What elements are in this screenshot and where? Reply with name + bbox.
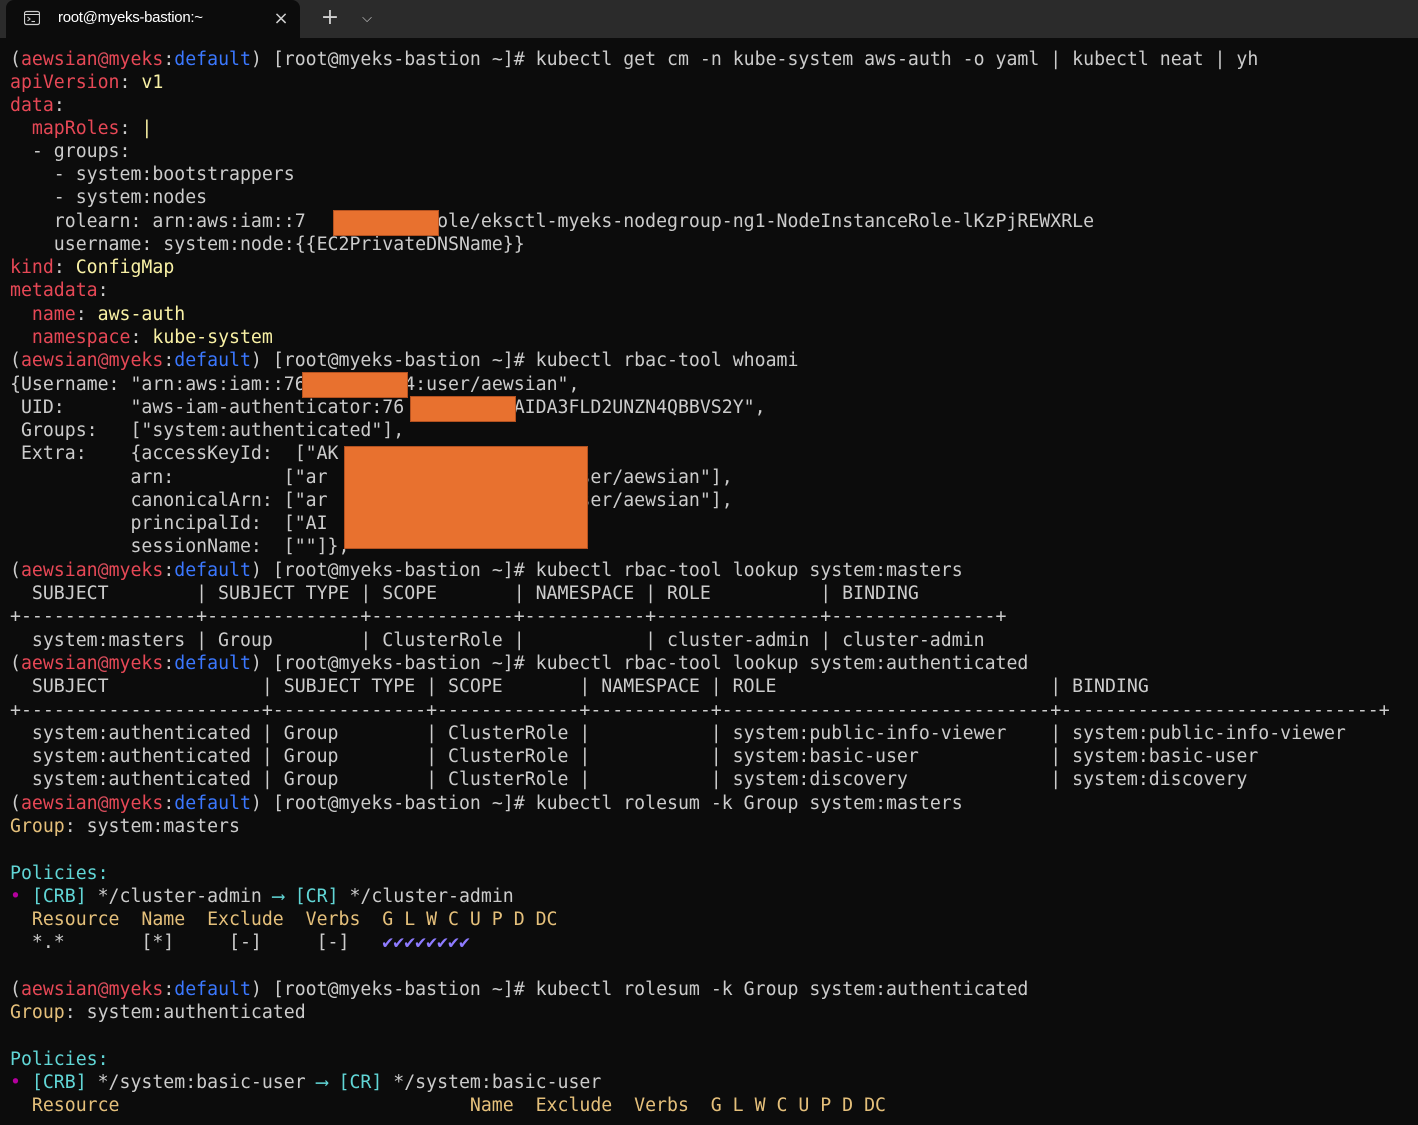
table-row: system:masters | Group | ClusterRole | |… [10,630,985,651]
output-line: namespace: kube-system [31,327,273,348]
tab-bar: root@myeks-bastion:~ × + ⌵ [0,0,1418,38]
prompt-line: (aewsian@myeks:default) [root@myeks-bast… [10,350,799,371]
redaction-box [344,446,588,549]
output-line: UID: "aws-iam-authenticator:76xxxxxxxxx:… [10,397,766,418]
prompt-line: (aewsian@myeks:default) [root@myeks-bast… [10,793,963,814]
redaction-box [410,396,516,422]
prompt-line: (aewsian@myeks:default) [root@myeks-bast… [10,653,1029,674]
table-header: SUBJECT | SUBJECT TYPE | SCOPE | NAMESPA… [10,583,919,604]
table-row: system:authenticated | Group | ClusterRo… [10,769,1248,790]
close-icon[interactable]: × [268,6,294,32]
prompt-line: (aewsian@myeks:default) [root@myeks-bast… [10,560,963,581]
prompt-line: (aewsian@myeks:default) [root@myeks-bast… [10,49,1259,70]
command-text: kubectl rolesum -k Group system:authenti… [535,979,1029,1000]
output-line: mapRoles: | [31,118,153,139]
output-line: Policies: [10,1049,109,1070]
output-line: - system:nodes [10,187,208,208]
table-separator: +----------------------+--------------+-… [10,700,1390,721]
output-line: data: [10,95,65,116]
output-line: sessionName: [""]}, [10,536,350,557]
output-line: username: system:node:{{EC2PrivateDNSNam… [10,234,525,255]
command-text: kubectl rolesum -k Group system:masters [535,793,963,814]
check-icon: ✔✔✔✔✔✔✔✔ [382,932,470,953]
output-line: • [CRB] */cluster-admin ⟶ [CR] */cluster… [10,886,514,907]
new-tab-button[interactable]: + [314,4,346,34]
table-row: system:authenticated | Group | ClusterRo… [10,746,1259,767]
prompt-line: (aewsian@myeks:default) [root@myeks-bast… [10,979,1029,1000]
output-line: name: aws-auth [31,304,186,325]
command-text: kubectl rbac-tool whoami [535,350,799,371]
output-line: Group: system:masters [10,816,240,837]
output-line: Group: system:authenticated [10,1002,306,1023]
output-line: apiVersion: v1 [10,72,164,93]
command-text: kubectl get cm -n kube-system aws-auth -… [535,49,1259,70]
output-line: - system:bootstrappers [10,164,295,185]
output-line: metadata: [10,280,109,301]
output-line: Groups: ["system:authenticated"], [10,420,405,441]
command-text: kubectl rbac-tool lookup system:masters [535,560,963,581]
output-line: Extra: {accessKeyId: ["AK [10,443,339,464]
command-text: kubectl rbac-tool lookup system:authenti… [535,653,1029,674]
table-header: SUBJECT | SUBJECT TYPE | SCOPE | NAMESPA… [10,676,1149,697]
redaction-box [302,372,408,398]
output-line: • [CRB] */system:basic-user ⟶ [CR] */sys… [10,1072,602,1093]
terminal-tab[interactable]: root@myeks-bastion:~ × [6,0,300,38]
tab-title: root@myeks-bastion:~ [58,9,203,26]
chevron-down-icon[interactable]: ⌵ [352,4,382,34]
terminal-icon [24,10,40,26]
table-separator: +----------------+--------------+-------… [10,606,1007,627]
output-line: Resource Name Exclude Verbs G L W C U P … [10,909,558,930]
output-line: {Username: "arn:aws:iam::76xxxxxxxxx4:us… [10,374,580,395]
terminal-output[interactable]: (aewsian@myeks:default) [root@myeks-bast… [0,47,1418,1125]
output-line: kind: ConfigMap [10,257,175,278]
output-line: principalId: ["AI [10,513,328,534]
output-line: Policies: [10,863,109,884]
output-line: *.* [*] [-] [-] ✔✔✔✔✔✔✔✔ [10,932,470,953]
output-line: rolearn: arn:aws:iam::7xxxxxxxxx4:role/e… [10,211,1095,232]
table-row: system:authenticated | Group | ClusterRo… [10,723,1346,744]
output-line: - groups: [10,141,131,162]
redaction-box [333,210,439,236]
output-line: Resource Name Exclude Verbs G L W C U P … [10,1095,886,1116]
